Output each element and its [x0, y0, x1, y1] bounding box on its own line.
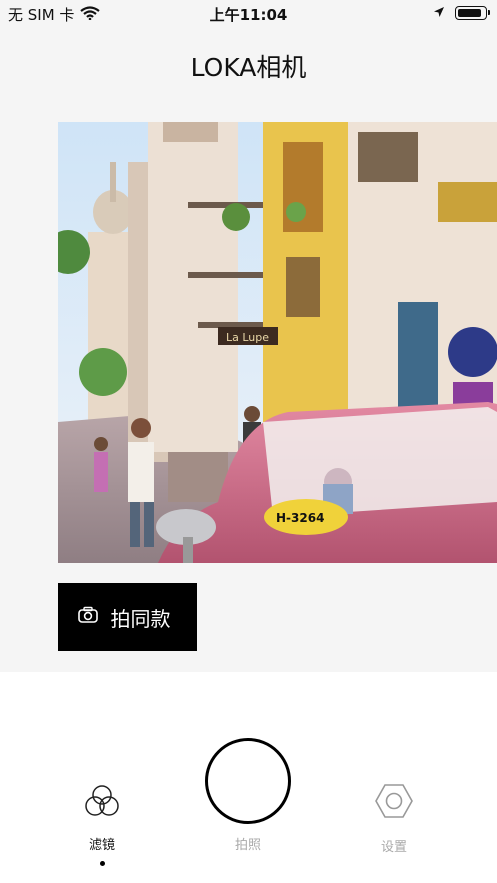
tab-shoot-label: 拍照	[234, 838, 261, 853]
tab-shoot[interactable]: 拍照	[218, 834, 278, 853]
svg-text:H-3264: H-3264	[276, 511, 324, 525]
location-arrow-icon	[433, 4, 445, 22]
hexagon-nut-icon	[364, 782, 424, 824]
tab-settings[interactable]: 设置	[364, 782, 424, 855]
shoot-same-button[interactable]: 拍同款	[58, 583, 197, 651]
camera-icon	[77, 605, 99, 629]
battery-level	[458, 9, 481, 17]
shutter-button[interactable]	[205, 738, 291, 824]
active-indicator-dot	[99, 861, 105, 866]
shoot-same-label: 拍同款	[110, 606, 171, 631]
status-right	[433, 4, 490, 22]
battery-icon	[455, 6, 490, 20]
status-bar: 无 SIM 卡 上午11:04	[0, 0, 497, 28]
tab-filter[interactable]: 滤镜	[72, 784, 132, 866]
tab-filter-label: 滤镜	[88, 838, 115, 853]
status-time: 上午11:04	[209, 6, 288, 24]
tab-settings-label: 设置	[380, 840, 407, 855]
svg-text:La Lupe: La Lupe	[226, 331, 269, 344]
page-title: LOKA相机	[190, 53, 307, 82]
filter-circles-icon	[72, 784, 132, 822]
sample-photo: La Lupe H-3264	[58, 122, 497, 563]
